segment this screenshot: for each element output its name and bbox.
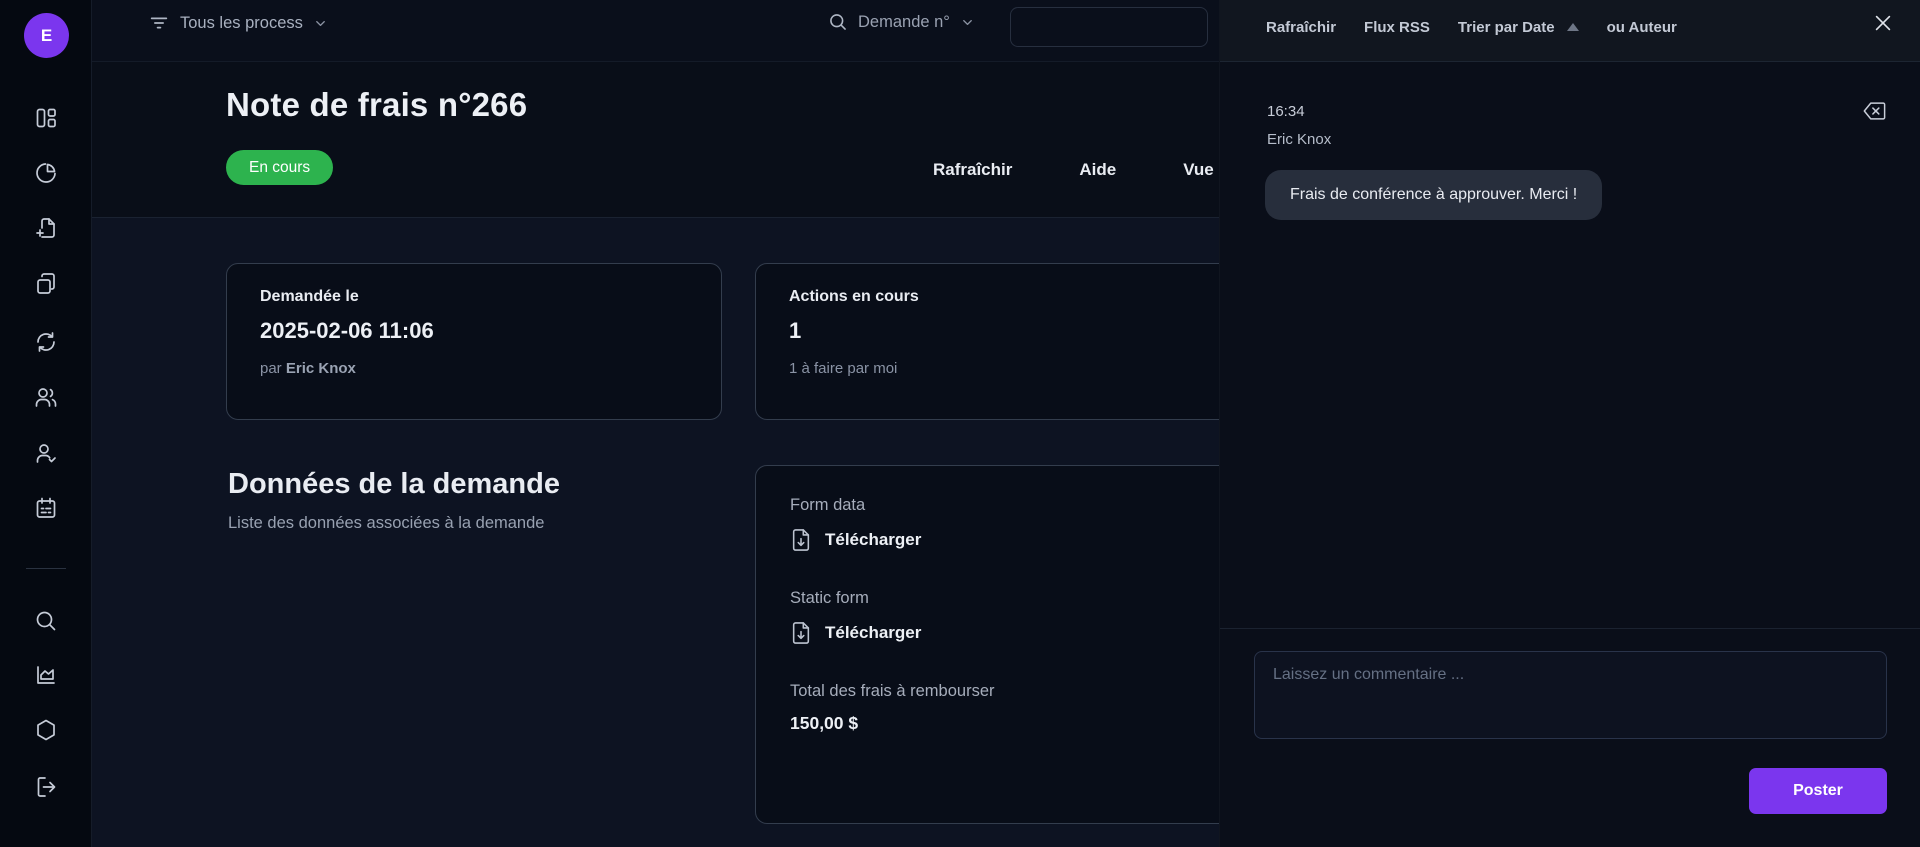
sidebar-item-processes[interactable] — [34, 330, 58, 354]
process-filter-label: Tous les process — [180, 14, 303, 33]
download-static-form-button[interactable]: Télécharger — [790, 620, 1280, 646]
download-label: Télécharger — [825, 530, 921, 550]
requested-date-value: 2025-02-06 11:06 — [260, 318, 688, 344]
panel-refresh-button[interactable]: Rafraîchir — [1266, 19, 1336, 36]
download-form-data-button[interactable]: Télécharger — [790, 527, 1280, 553]
sidebar-item-profile[interactable] — [34, 441, 58, 465]
area-chart-icon — [34, 663, 58, 687]
sidebar-item-dashboard[interactable] — [34, 106, 58, 130]
sort-by-date-label: Trier par Date — [1458, 19, 1555, 36]
sidebar-item-search[interactable] — [34, 609, 58, 633]
help-button[interactable]: Aide — [1079, 160, 1116, 180]
comment-time: 16:34 — [1267, 103, 1305, 120]
comment-bubble: Frais de conférence à approuver. Merci ! — [1265, 170, 1602, 220]
sync-icon — [34, 330, 58, 354]
comments-panel: Rafraîchir Flux RSS Trier par Date ou Au… — [1219, 0, 1920, 847]
hexagon-icon — [34, 718, 58, 742]
sidebar-item-reports[interactable] — [34, 161, 58, 185]
user-check-icon — [34, 441, 58, 465]
sidebar-divider — [26, 568, 66, 569]
dashboard-icon — [34, 106, 58, 130]
comment-input[interactable] — [1254, 651, 1887, 739]
process-filter-dropdown[interactable]: Tous les process — [148, 12, 328, 34]
delete-comment-icon[interactable] — [1862, 100, 1886, 122]
filter-icon — [148, 12, 170, 34]
requested-date-card: Demandée le 2025-02-06 11:06 par Eric Kn… — [226, 263, 722, 420]
actions-card-label: Actions en cours — [789, 288, 1281, 306]
copy-icon — [34, 272, 58, 296]
chevron-down-icon — [960, 15, 975, 30]
users-icon — [34, 385, 58, 409]
sidebar-item-new-request[interactable] — [34, 216, 58, 240]
sidebar-item-copies[interactable] — [34, 272, 58, 296]
rss-feed-button[interactable]: Flux RSS — [1364, 19, 1430, 36]
search-input[interactable] — [1010, 7, 1208, 47]
total-value: 150,00 $ — [790, 713, 1280, 734]
requested-by-prefix: par — [260, 360, 286, 377]
sidebar: E — [0, 0, 92, 847]
sidebar-item-calendar[interactable] — [34, 496, 58, 520]
sidebar-item-logout[interactable] — [34, 775, 58, 799]
requested-date-label: Demandée le — [260, 288, 688, 306]
close-panel-button[interactable] — [1872, 12, 1894, 34]
sort-by-date-button[interactable]: Trier par Date — [1458, 19, 1579, 36]
file-plus-icon — [34, 216, 58, 240]
chevron-down-icon — [313, 16, 328, 31]
file-download-icon — [790, 620, 812, 646]
search-category-dropdown[interactable]: Demande n° — [828, 12, 975, 32]
sidebar-item-analytics[interactable] — [34, 663, 58, 687]
sidebar-item-users[interactable] — [34, 385, 58, 409]
total-label: Total des frais à rembourser — [790, 682, 1280, 701]
avatar[interactable]: E — [24, 13, 69, 58]
post-comment-button[interactable]: Poster — [1749, 768, 1887, 814]
comment-compose-area: Poster — [1220, 628, 1920, 847]
sort-by-author-button[interactable]: ou Auteur — [1607, 19, 1677, 36]
comments-panel-header: Rafraîchir Flux RSS Trier par Date ou Au… — [1220, 0, 1920, 62]
status-badge: En cours — [226, 150, 333, 185]
file-download-icon — [790, 527, 812, 553]
view-button[interactable]: Vue — [1183, 160, 1214, 180]
request-data-section: Données de la demande Liste des données … — [228, 468, 728, 533]
sort-asc-icon — [1567, 23, 1579, 31]
app-root: E — [0, 0, 1920, 847]
search-category-label: Demande n° — [858, 13, 950, 32]
actions-card-subtitle: 1 à faire par moi — [789, 360, 1281, 377]
logout-icon — [34, 775, 58, 799]
sidebar-item-modules[interactable] — [34, 718, 58, 742]
refresh-button[interactable]: Rafraîchir — [933, 160, 1012, 180]
download-label: Télécharger — [825, 623, 921, 643]
form-data-label: Form data — [790, 496, 1280, 515]
comment-author: Eric Knox — [1267, 131, 1331, 148]
search-icon — [828, 12, 848, 32]
section-subtitle: Liste des données associées à la demande — [228, 514, 728, 533]
section-title: Données de la demande — [228, 468, 728, 501]
page-title: Note de frais n°266 — [226, 86, 527, 124]
actions-card-value: 1 — [789, 318, 1281, 344]
request-header: Note de frais n°266 En cours Rafraîchir … — [92, 62, 1219, 218]
static-form-label: Static form — [790, 589, 1280, 608]
requested-by: par Eric Knox — [260, 360, 688, 377]
calendar-icon — [34, 496, 58, 520]
search-icon — [34, 609, 58, 633]
pie-chart-icon — [34, 161, 58, 185]
header-actions: Rafraîchir Aide Vue — [933, 160, 1214, 180]
main-topbar: Tous les process Demande n° — [92, 0, 1219, 62]
requested-by-name: Eric Knox — [286, 360, 356, 377]
